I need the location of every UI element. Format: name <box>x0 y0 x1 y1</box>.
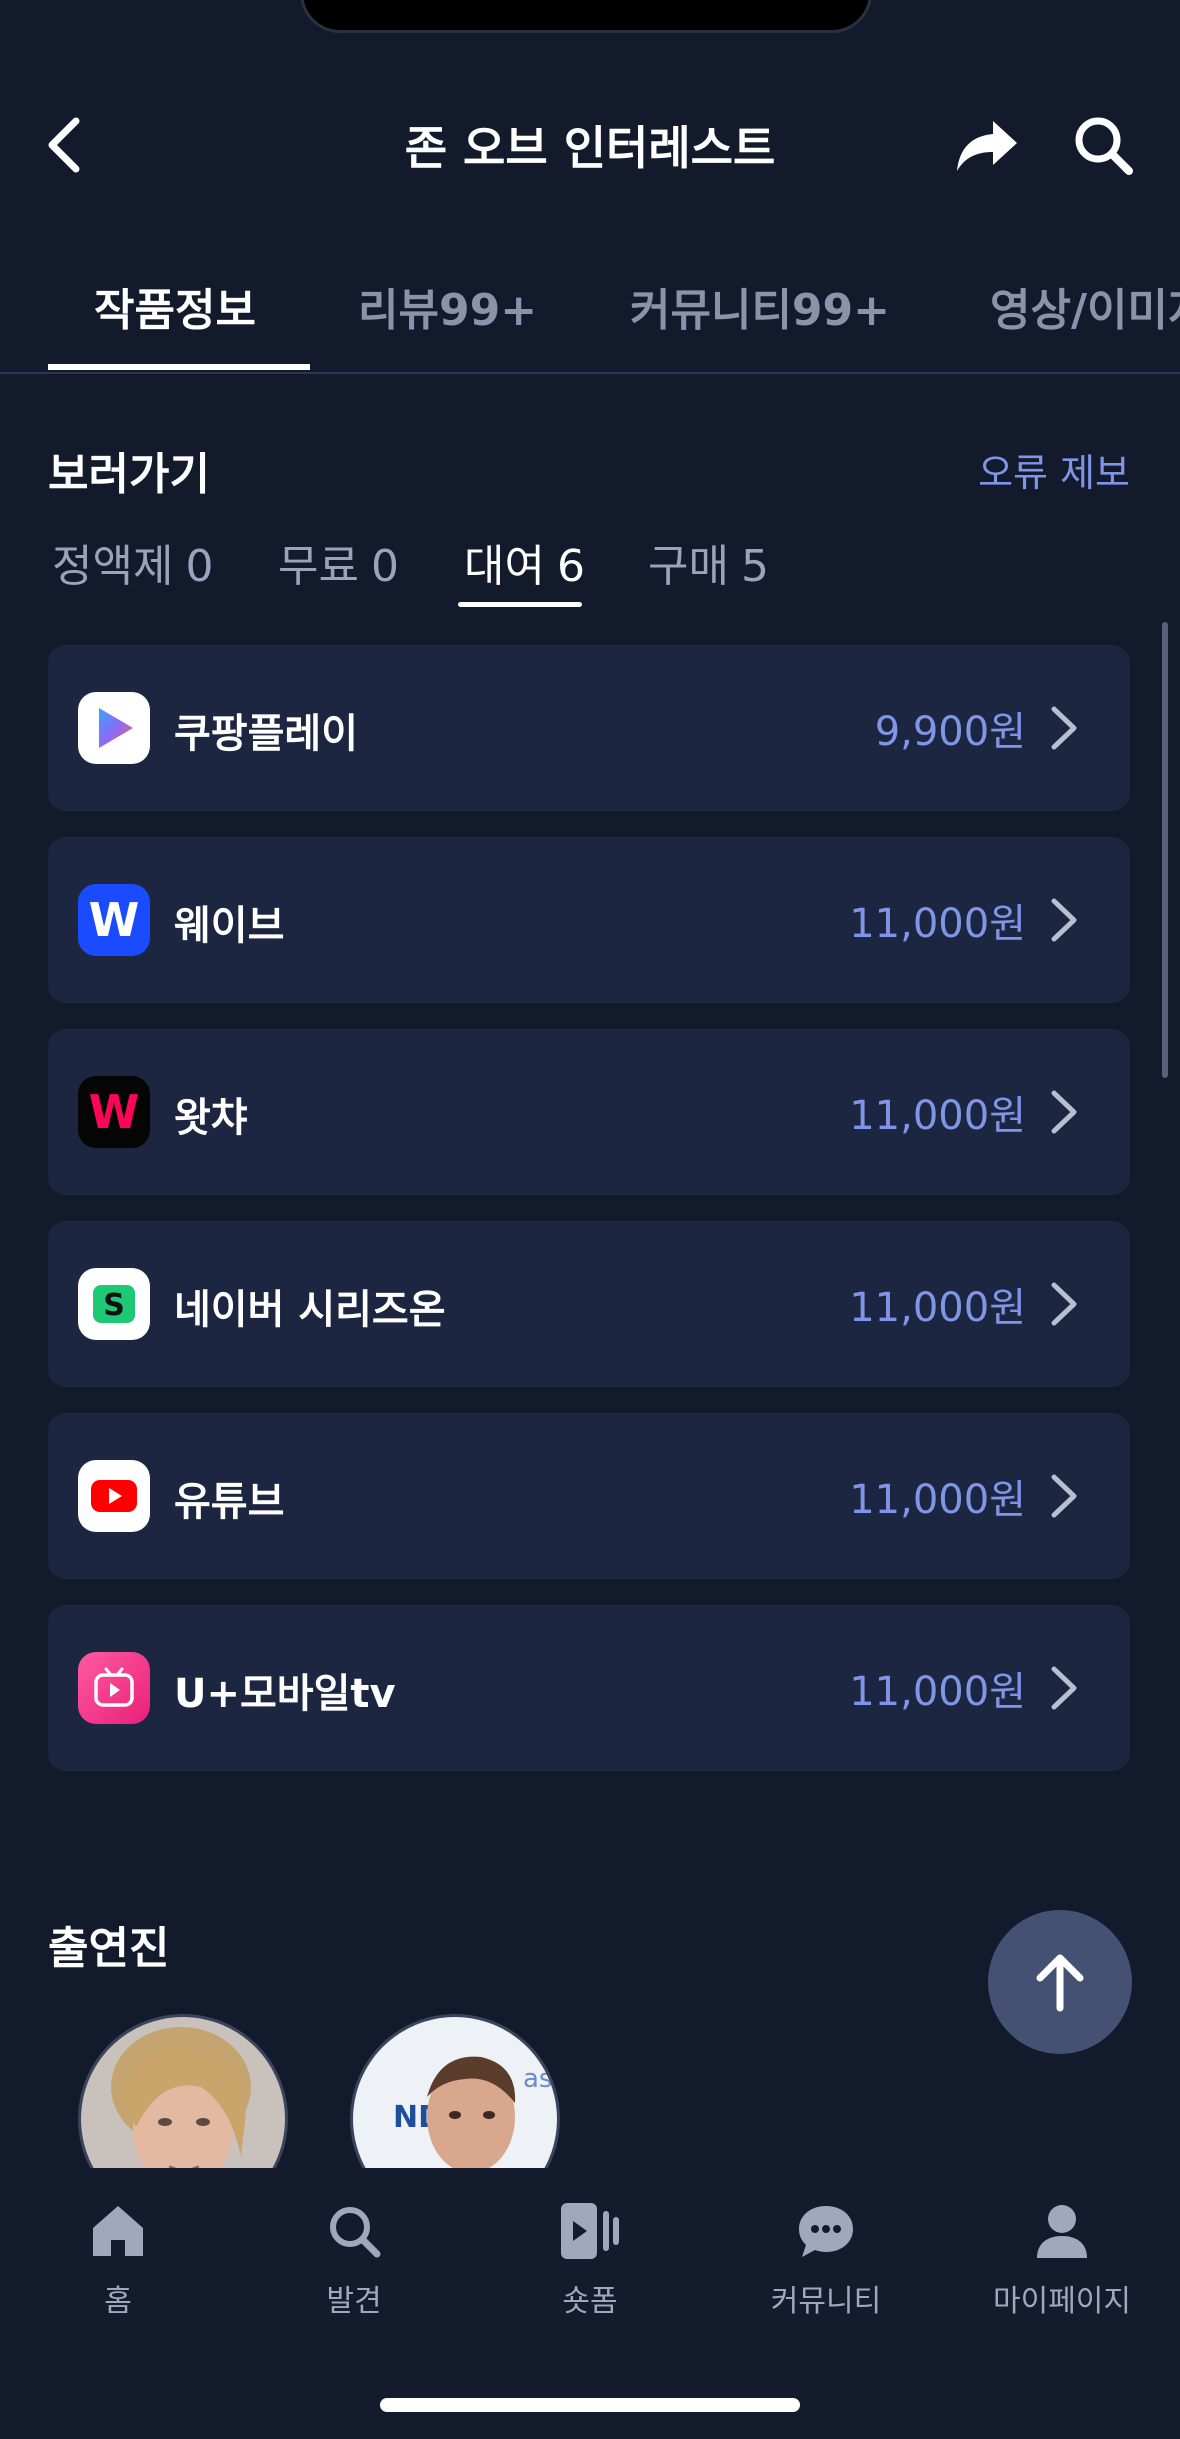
provider-card-wavve[interactable]: W 웨이브 11,000원 <box>48 837 1130 1003</box>
nav-label: 마이페이지 <box>993 2284 1131 2319</box>
provider-card-naver-serieson[interactable]: S 네이버 시리즈온 11,000원 <box>48 1221 1130 1387</box>
nav-home[interactable]: 홈 <box>0 2198 236 2320</box>
provider-price: 11,000원 <box>849 901 1026 947</box>
provider-card-watcha[interactable]: W 왓챠 11,000원 <box>48 1029 1130 1195</box>
subtab-label: 구매 <box>648 541 729 592</box>
chat-bubble-icon <box>799 2206 853 2257</box>
wavve-icon: W <box>78 884 150 956</box>
nav-community[interactable]: 커뮤니티 <box>708 2198 944 2320</box>
chevron-right-icon <box>1051 1282 1077 1326</box>
report-error-link[interactable]: 오류 제보 <box>978 442 1130 497</box>
active-tab-indicator <box>48 364 310 370</box>
subtab-free[interactable]: 무료 0 <box>278 530 399 594</box>
shortform-icon <box>561 2203 619 2259</box>
nav-mypage[interactable]: 마이페이지 <box>944 2198 1180 2320</box>
uplus-mobile-tv-icon <box>78 1652 150 1724</box>
nav-discover[interactable]: 발견 <box>236 2198 472 2320</box>
search-icon <box>1075 117 1133 175</box>
provider-card-coupang-play[interactable]: 쿠팡플레이 9,900원 <box>48 645 1130 811</box>
subtab-purchase[interactable]: 구매 5 <box>648 530 769 594</box>
search-icon <box>330 2207 381 2258</box>
subtab-count: 6 <box>556 541 585 592</box>
provider-price: 11,000원 <box>849 1669 1026 1715</box>
provider-name: 왓챠 <box>174 1095 248 1141</box>
chevron-right-icon <box>1051 1090 1077 1134</box>
chevron-right-icon <box>1051 898 1077 942</box>
device-notch <box>300 0 872 33</box>
chevron-right-icon <box>1051 1474 1077 1518</box>
provider-name: 유튜브 <box>174 1479 285 1525</box>
provider-name: 웨이브 <box>174 903 285 949</box>
cast-section-title: 출연진 <box>48 1923 170 1974</box>
provider-card-uplus-mobile-tv[interactable]: U+모바일tv 11,000원 <box>48 1605 1130 1771</box>
coupang-play-icon <box>78 692 150 764</box>
subtab-count: 0 <box>370 541 399 592</box>
share-button[interactable] <box>950 112 1024 178</box>
provider-name: U+모바일tv <box>174 1671 396 1717</box>
subtab-subscription[interactable]: 정액제 0 <box>52 530 213 594</box>
subtab-label: 정액제 <box>52 541 174 592</box>
active-subtab-indicator <box>458 602 582 607</box>
tab-reviews[interactable]: 리뷰99+ <box>358 274 537 338</box>
svg-text:as: as <box>523 2064 552 2094</box>
youtube-icon <box>78 1460 150 1532</box>
naver-serieson-icon: S <box>78 1268 150 1340</box>
provider-name: 쿠팡플레이 <box>174 711 358 757</box>
watcha-icon: W <box>78 1076 150 1148</box>
nav-shortform[interactable]: 숏폼 <box>472 2198 708 2320</box>
svg-text:S: S <box>103 1288 125 1323</box>
subtab-count: 5 <box>740 541 769 592</box>
nav-label: 홈 <box>104 2284 132 2319</box>
provider-price: 11,000원 <box>849 1285 1026 1331</box>
home-indicator <box>380 2398 800 2412</box>
home-icon <box>93 2206 143 2256</box>
subtab-label: 대여 <box>464 541 545 592</box>
person-icon <box>1037 2205 1087 2258</box>
arrow-up-icon <box>1036 1954 1084 2012</box>
provider-price: 11,000원 <box>849 1477 1026 1523</box>
nav-label: 숏폼 <box>562 2284 618 2319</box>
provider-name: 네이버 시리즈온 <box>174 1287 446 1333</box>
provider-price: 11,000원 <box>849 1093 1026 1139</box>
watch-section-title: 보러가기 <box>48 449 210 500</box>
tab-media[interactable]: 영상/이미지 <box>990 274 1180 338</box>
nav-label: 커뮤니티 <box>770 2284 882 2319</box>
subtab-count: 0 <box>185 541 214 592</box>
subtab-label: 무료 <box>278 541 359 592</box>
chevron-right-icon <box>1051 1666 1077 1710</box>
provider-price: 9,900원 <box>874 709 1026 755</box>
nav-label: 발견 <box>326 2284 382 2319</box>
search-button[interactable] <box>1066 108 1140 182</box>
provider-card-youtube[interactable]: 유튜브 11,000원 <box>48 1413 1130 1579</box>
chevron-right-icon <box>1051 706 1077 750</box>
subtab-rental[interactable]: 대여 6 <box>464 530 585 594</box>
scroll-to-top-button[interactable] <box>988 1910 1132 2054</box>
content-tabs: 작품정보 리뷰99+ 커뮤니티99+ 영상/이미지 <box>0 260 1180 374</box>
scrollbar[interactable] <box>1162 622 1168 1078</box>
tab-community[interactable]: 커뮤니티99+ <box>630 274 890 338</box>
share-arrow-icon <box>957 121 1017 171</box>
tab-info[interactable]: 작품정보 <box>94 274 256 338</box>
